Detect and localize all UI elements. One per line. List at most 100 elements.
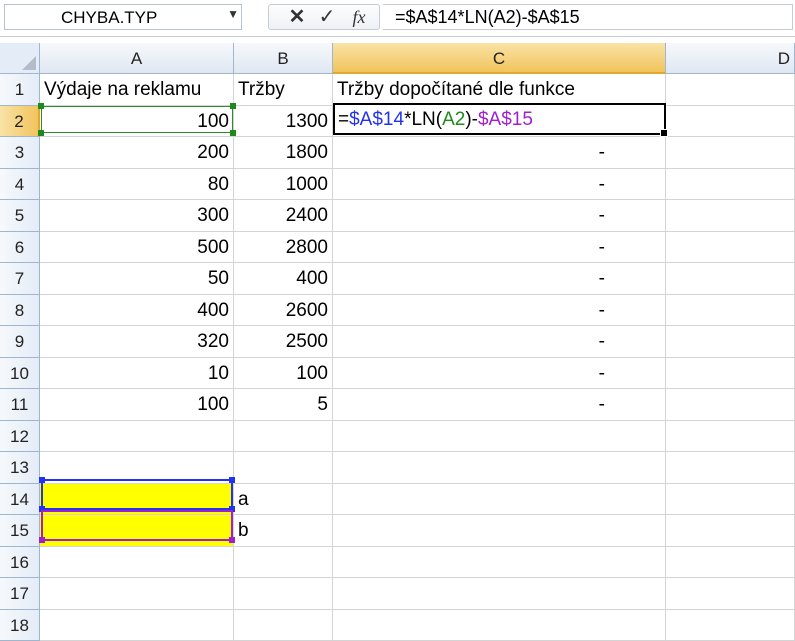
- cell-d5[interactable]: [666, 200, 795, 232]
- cell-d3[interactable]: [666, 137, 795, 169]
- column-header-d[interactable]: D: [666, 43, 795, 74]
- range-handle[interactable]: [39, 537, 45, 543]
- row-header-6[interactable]: 6: [0, 232, 40, 264]
- cell-c3[interactable]: -: [333, 137, 666, 169]
- cell-a11[interactable]: 100: [40, 389, 234, 421]
- cell-b9[interactable]: 2500: [234, 326, 333, 358]
- cell-a16[interactable]: [40, 547, 234, 579]
- cell-a17[interactable]: [40, 578, 234, 610]
- cell-a5[interactable]: 300: [40, 200, 234, 232]
- cell-a3[interactable]: 200: [40, 137, 234, 169]
- formula-input[interactable]: =$A$14*LN(A2)-$A$15: [383, 4, 793, 30]
- range-handle[interactable]: [230, 103, 236, 109]
- cell-c5[interactable]: -: [333, 200, 666, 232]
- row-header-11[interactable]: 11: [0, 389, 40, 421]
- cell-d12[interactable]: [666, 421, 795, 453]
- row-header-1[interactable]: 1: [0, 74, 40, 106]
- cell-b13[interactable]: [234, 452, 333, 484]
- cell-d14[interactable]: [666, 484, 795, 516]
- range-handle[interactable]: [39, 477, 45, 483]
- cell-b10[interactable]: 100: [234, 358, 333, 390]
- cell-d17[interactable]: [666, 578, 795, 610]
- cell-b17[interactable]: [234, 578, 333, 610]
- row-header-10[interactable]: 10: [0, 358, 40, 390]
- cell-b18[interactable]: [234, 610, 333, 641]
- cell-a1[interactable]: Výdaje na reklamu: [40, 74, 234, 106]
- cell-b16[interactable]: [234, 547, 333, 579]
- cell-c4[interactable]: -: [333, 169, 666, 201]
- cell-b7[interactable]: 400: [234, 263, 333, 295]
- cell-a8[interactable]: 400: [40, 295, 234, 327]
- cell-c14[interactable]: [333, 484, 666, 516]
- cell-a7[interactable]: 50: [40, 263, 234, 295]
- active-cell-c2[interactable]: =$A$14*LN(A2)-$A$15: [333, 103, 666, 135]
- range-handle[interactable]: [38, 103, 44, 109]
- cell-d2[interactable]: [666, 106, 795, 138]
- range-handle[interactable]: [229, 537, 235, 543]
- cell-c16[interactable]: [333, 547, 666, 579]
- range-handle[interactable]: [229, 477, 235, 483]
- column-header-b[interactable]: B: [234, 43, 333, 74]
- cell-c15[interactable]: [333, 515, 666, 547]
- cell-d7[interactable]: [666, 263, 795, 295]
- cell-b2[interactable]: 1300: [234, 106, 333, 138]
- row-header-4[interactable]: 4: [0, 169, 40, 201]
- chevron-down-icon[interactable]: ▼: [227, 7, 239, 21]
- column-header-c[interactable]: C: [333, 43, 666, 74]
- cell-c12[interactable]: [333, 421, 666, 453]
- cell-d18[interactable]: [666, 610, 795, 641]
- cell-c7[interactable]: -: [333, 263, 666, 295]
- row-header-16[interactable]: 16: [0, 547, 40, 579]
- cell-d6[interactable]: [666, 232, 795, 264]
- row-header-12[interactable]: 12: [0, 421, 40, 453]
- cell-c11[interactable]: -: [333, 389, 666, 421]
- enter-checkmark-icon[interactable]: ✓: [313, 5, 341, 29]
- row-header-5[interactable]: 5: [0, 200, 40, 232]
- row-header-15[interactable]: 15: [0, 515, 40, 547]
- cell-d11[interactable]: [666, 389, 795, 421]
- cell-a9[interactable]: 320: [40, 326, 234, 358]
- name-box[interactable]: CHYBA.TYP ▼: [4, 4, 242, 30]
- fill-handle[interactable]: [660, 129, 668, 137]
- cell-b11[interactable]: 5: [234, 389, 333, 421]
- cell-a10[interactable]: 10: [40, 358, 234, 390]
- cell-b15[interactable]: b: [234, 515, 333, 547]
- cell-a4[interactable]: 80: [40, 169, 234, 201]
- row-header-7[interactable]: 7: [0, 263, 40, 295]
- cell-d16[interactable]: [666, 547, 795, 579]
- cell-d8[interactable]: [666, 295, 795, 327]
- row-header-14[interactable]: 14: [0, 484, 40, 516]
- cell-d13[interactable]: [666, 452, 795, 484]
- cell-b4[interactable]: 1000: [234, 169, 333, 201]
- cell-c17[interactable]: [333, 578, 666, 610]
- cell-c13[interactable]: [333, 452, 666, 484]
- cell-c6[interactable]: -: [333, 232, 666, 264]
- cell-b12[interactable]: [234, 421, 333, 453]
- cell-a18[interactable]: [40, 610, 234, 641]
- row-header-13[interactable]: 13: [0, 452, 40, 484]
- cell-c1[interactable]: Tržby dopočítané dle funkce: [333, 74, 666, 106]
- cell-d4[interactable]: [666, 169, 795, 201]
- cell-a12[interactable]: [40, 421, 234, 453]
- range-handle[interactable]: [230, 130, 236, 136]
- row-header-17[interactable]: 17: [0, 578, 40, 610]
- column-header-a[interactable]: A: [40, 43, 234, 74]
- cell-b6[interactable]: 2800: [234, 232, 333, 264]
- row-header-3[interactable]: 3: [0, 137, 40, 169]
- cell-b5[interactable]: 2400: [234, 200, 333, 232]
- cell-b14[interactable]: a: [234, 484, 333, 516]
- cell-d15[interactable]: [666, 515, 795, 547]
- row-header-9[interactable]: 9: [0, 326, 40, 358]
- cell-b1[interactable]: Tržby: [234, 74, 333, 106]
- cell-a6[interactable]: 500: [40, 232, 234, 264]
- cell-c8[interactable]: -: [333, 295, 666, 327]
- range-handle[interactable]: [38, 130, 44, 136]
- row-header-2[interactable]: 2: [0, 106, 40, 138]
- cancel-icon[interactable]: ✕: [283, 5, 311, 29]
- select-all-button[interactable]: [0, 43, 40, 74]
- row-header-18[interactable]: 18: [0, 610, 40, 641]
- cell-c18[interactable]: [333, 610, 666, 641]
- cell-d9[interactable]: [666, 326, 795, 358]
- cell-c10[interactable]: -: [333, 358, 666, 390]
- row-header-8[interactable]: 8: [0, 295, 40, 327]
